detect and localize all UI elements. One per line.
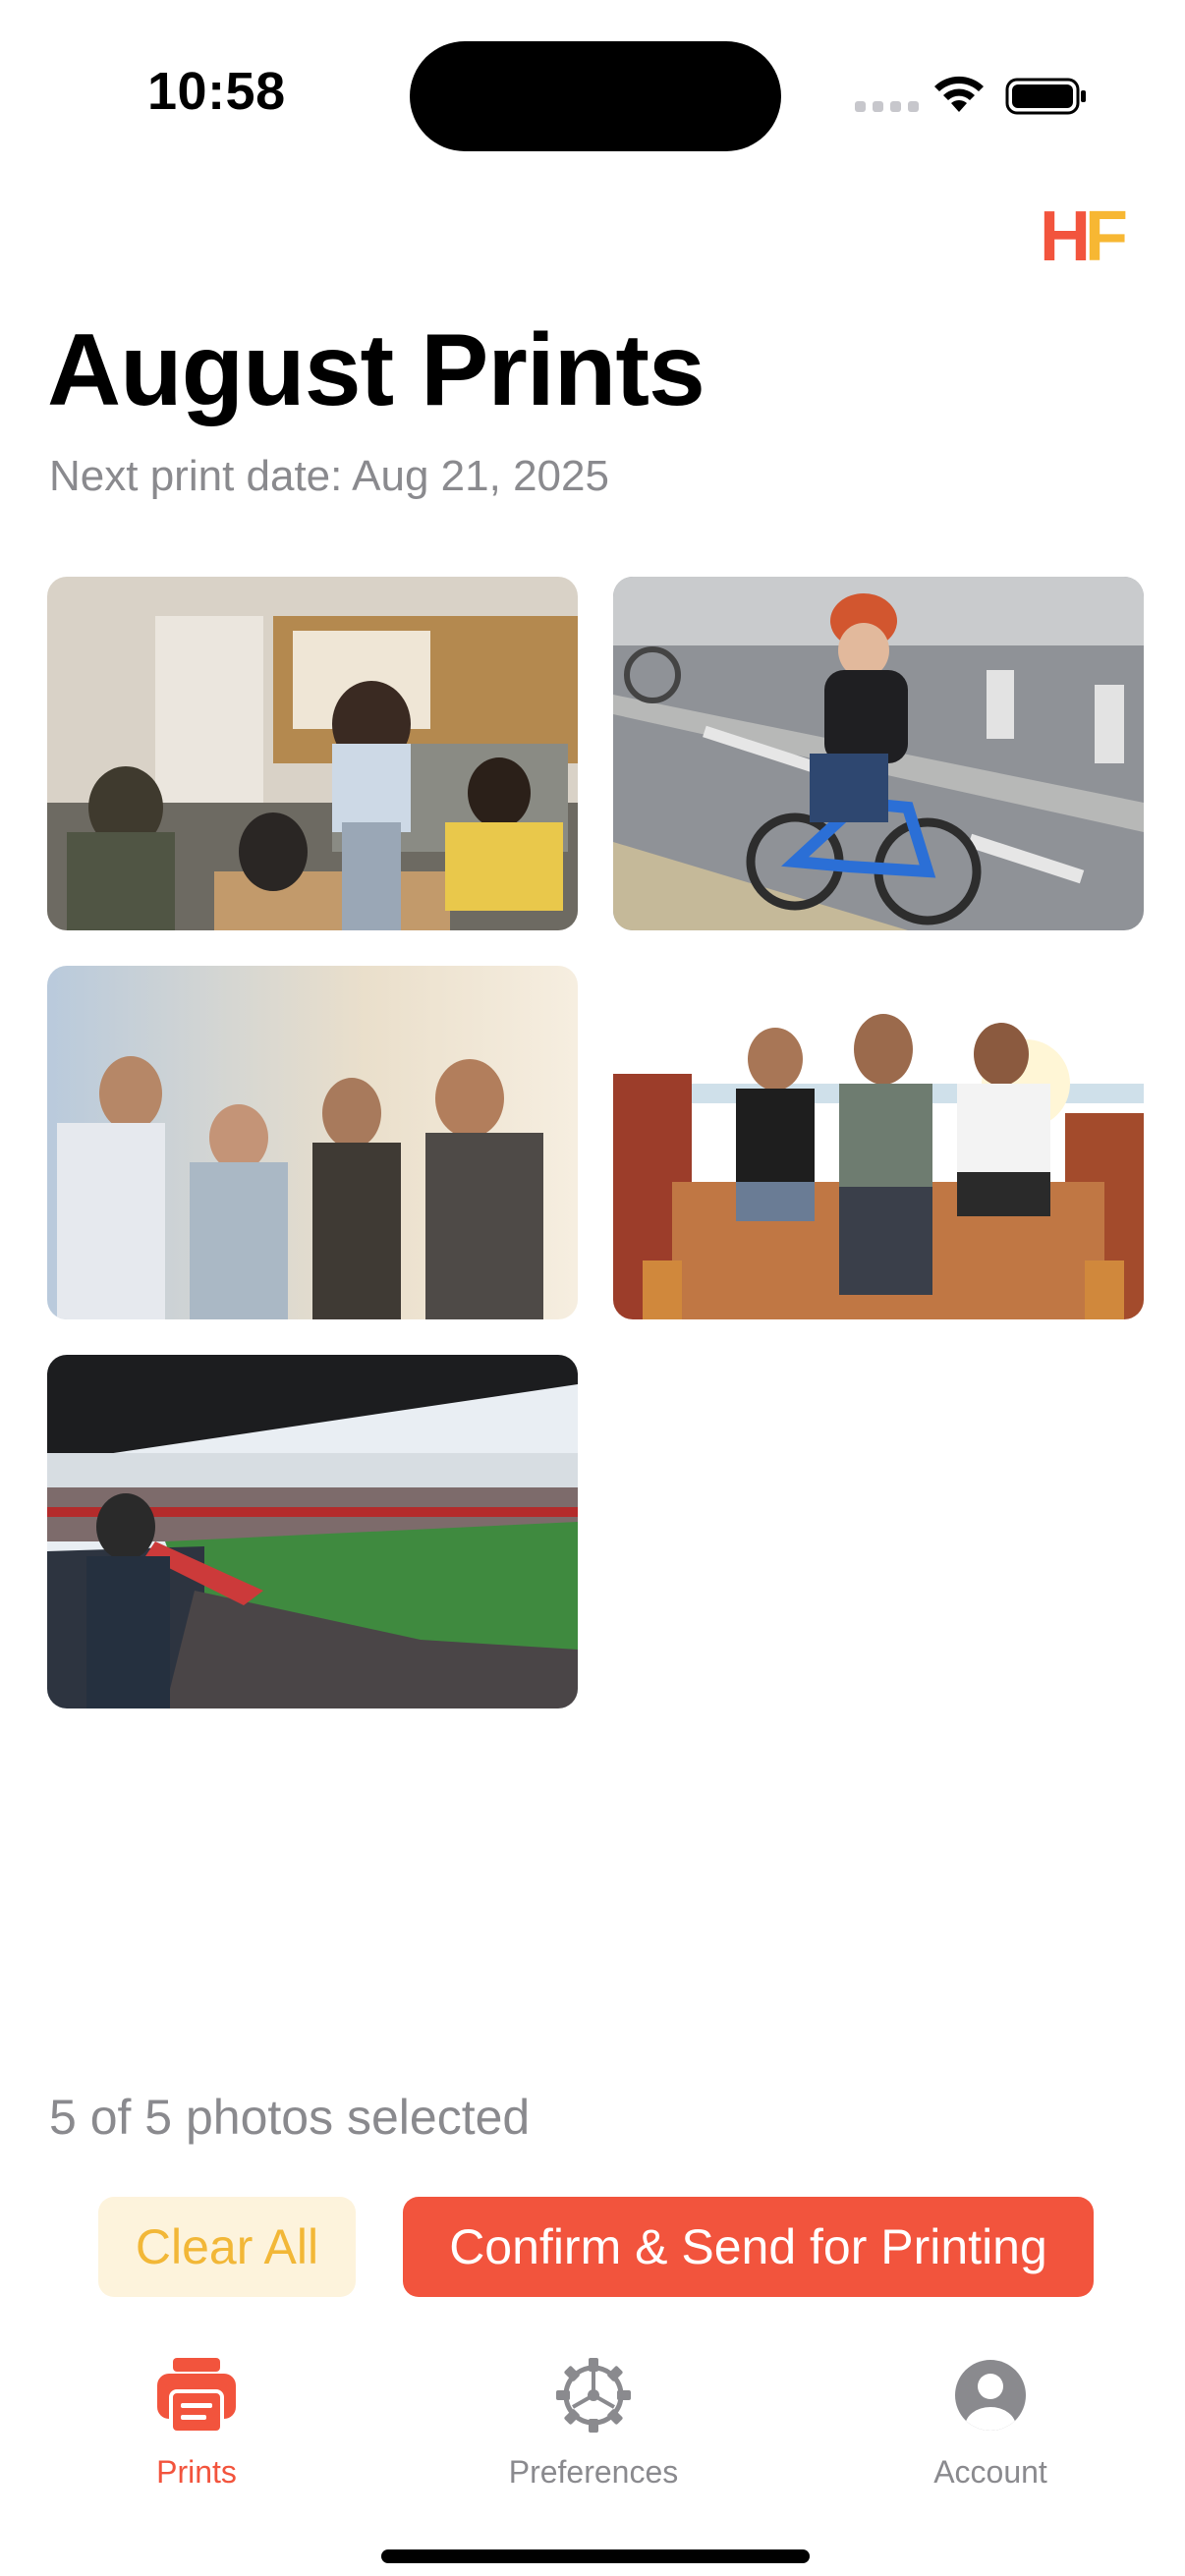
app-logo: HF [1040, 197, 1128, 276]
clear-all-button[interactable]: Clear All [98, 2197, 356, 2297]
battery-icon [1005, 78, 1086, 115]
tab-preferences[interactable]: Preferences [456, 2356, 731, 2491]
selection-count: 5 of 5 photos selected [49, 2090, 531, 2145]
photo-thumbnail[interactable] [613, 577, 1144, 930]
gear-icon [556, 2358, 631, 2433]
photo-thumbnail[interactable] [47, 577, 578, 930]
confirm-send-button[interactable]: Confirm & Send for Printing [403, 2197, 1094, 2297]
status-time: 10:58 [147, 62, 286, 121]
tab-label: Preferences [508, 2454, 679, 2490]
photo-football-stadium [47, 1355, 578, 1708]
person-icon [955, 2360, 1026, 2431]
cellular-signal-icon [855, 101, 919, 112]
page-title: August Prints [47, 313, 705, 427]
wifi-icon [934, 76, 984, 112]
photo-thumbnail[interactable] [613, 966, 1144, 1319]
dynamic-island [410, 41, 781, 151]
photo-friends-on-wall [613, 966, 1144, 1319]
photo-boy-on-bicycle [613, 577, 1144, 930]
tab-account[interactable]: Account [853, 2356, 1128, 2491]
photo-thumbnail[interactable] [47, 966, 578, 1319]
next-print-date: Next print date: Aug 21, 2025 [49, 452, 609, 500]
printer-icon [157, 2358, 236, 2435]
tab-prints[interactable]: Prints [59, 2356, 334, 2491]
home-indicator [381, 2549, 810, 2563]
photo-thumbnail[interactable] [47, 1355, 578, 1708]
tab-label: Prints [156, 2454, 237, 2490]
photo-friends-sunset [47, 966, 578, 1319]
photo-friends-board-game [47, 577, 578, 930]
tab-label: Account [933, 2454, 1047, 2490]
